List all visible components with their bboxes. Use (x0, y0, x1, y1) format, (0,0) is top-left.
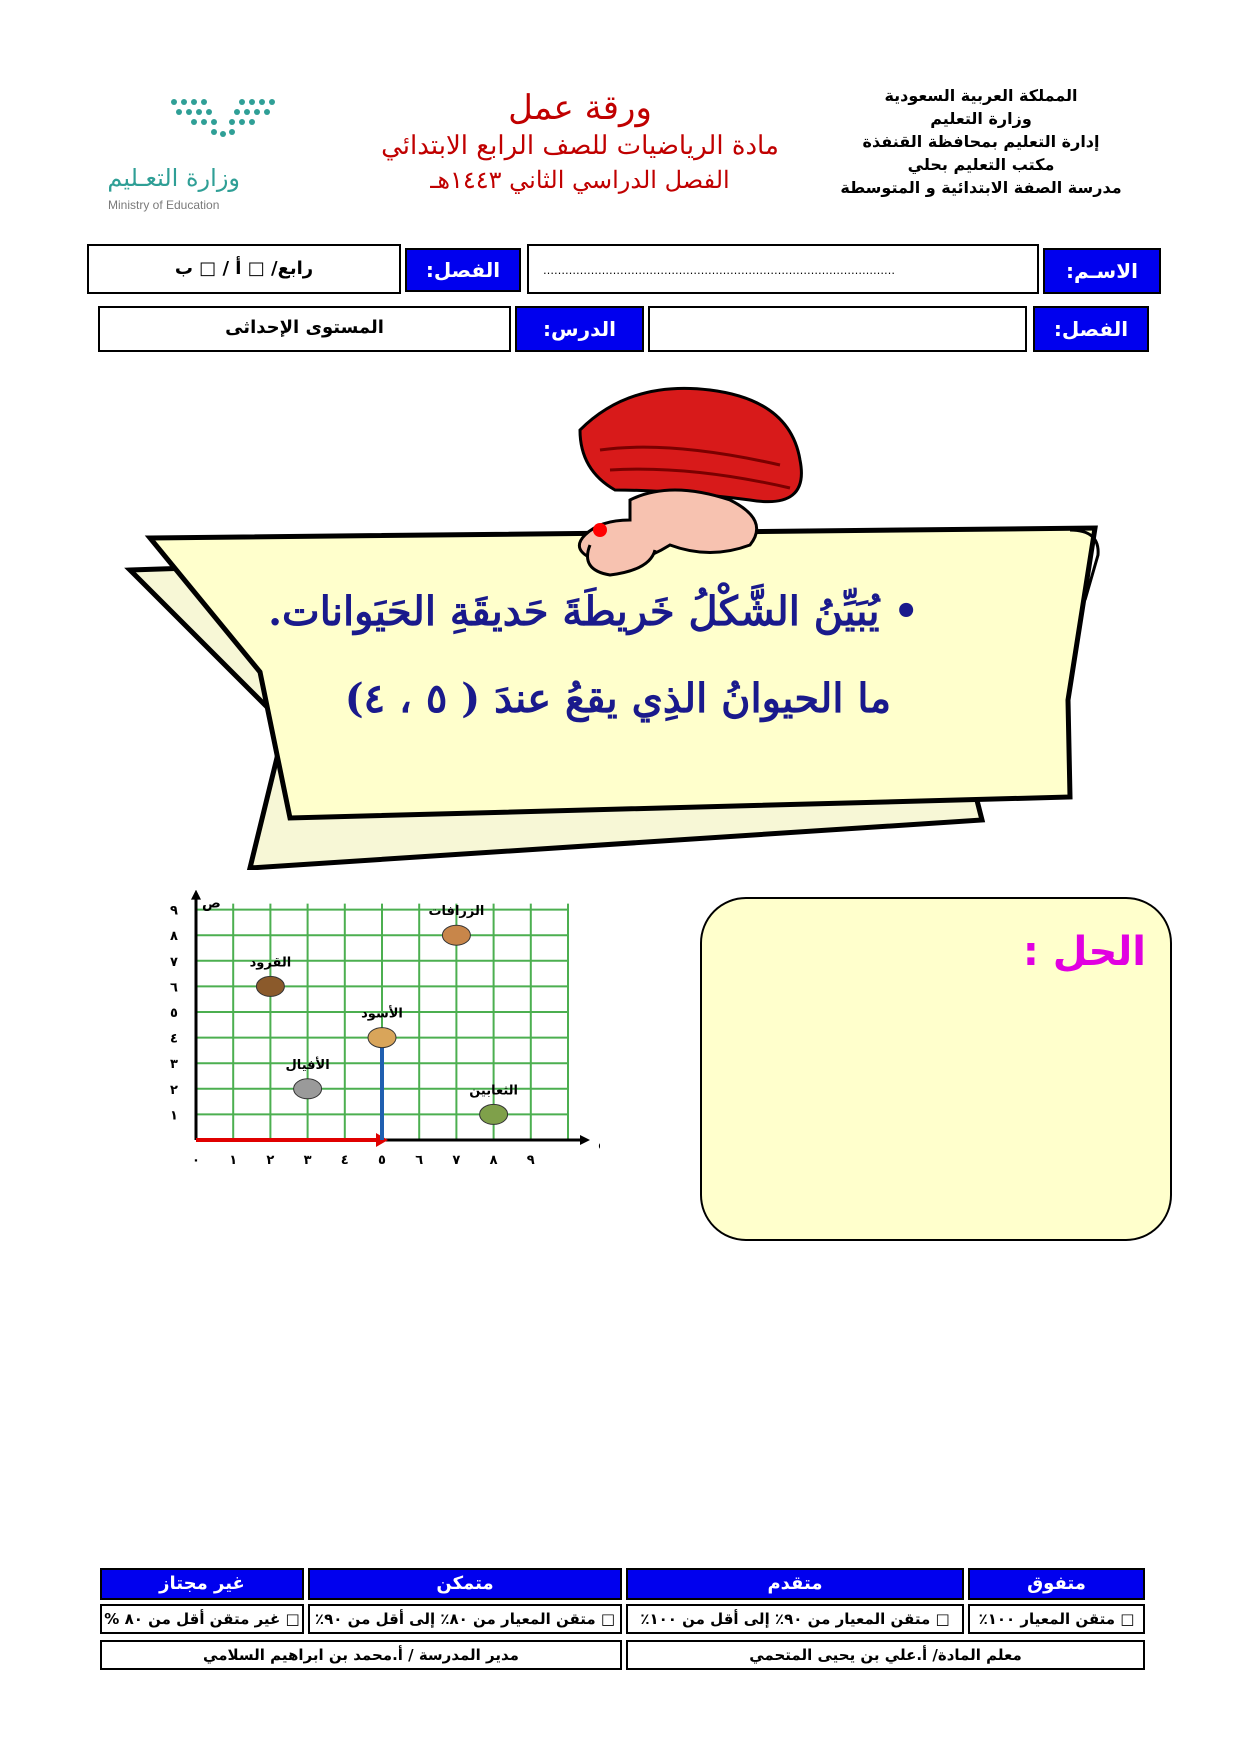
chapter-label: الفصل: (1033, 306, 1149, 352)
worksheet-term: الفصل الدراسي الثاني ١٤٤٣هـ (430, 166, 730, 194)
x-tick-label: ٠ (192, 1153, 200, 1168)
worksheet-title: ورقة عمل (508, 88, 652, 128)
animal-marker (479, 1103, 509, 1125)
solution-box[interactable]: الحل : (700, 897, 1172, 1241)
x-tick-label: ٧ (452, 1153, 460, 1168)
x-axis-label: س (598, 1134, 600, 1150)
header-line: مكتب التعليم بحلي (907, 155, 1055, 174)
school-info: المملكة العربية السعودية وزارة التعليم إ… (821, 84, 1141, 199)
y-tick-label: ٨ (170, 929, 178, 944)
x-tick-label: ٥ (378, 1153, 386, 1168)
chapter-field[interactable] (648, 306, 1027, 352)
principal-signature: مدير المدرسة / أ.محمد بن ابراهيم السلامي (100, 1640, 622, 1670)
x-axis-arrow-icon (580, 1135, 590, 1145)
x-tick-label: ٢ (266, 1153, 274, 1168)
name-label: الاسـم: (1043, 248, 1161, 294)
rubric-criterion-checkbox[interactable]: □ غير متقن أقل من ٨٠ % (100, 1604, 304, 1634)
solution-label: الحل : (1022, 929, 1146, 975)
lesson-name: المستوى الإحداثى (98, 306, 511, 352)
animal-marker (293, 1078, 323, 1100)
y-tick-label: ٥ (170, 1006, 178, 1021)
rubric-level-excellent: متفوق (968, 1568, 1145, 1600)
y-tick-label: ٩ (170, 904, 178, 919)
name-field[interactable]: …………………………………………………………………………………… (527, 244, 1039, 294)
rubric-criterion-checkbox[interactable]: □ متقن المعيار من ٨٠٪ إلى أقل من ٩٠٪ (308, 1604, 622, 1634)
x-tick-label: ٤ (341, 1153, 349, 1168)
y-tick-label: ٣ (170, 1057, 178, 1072)
header-line: إدارة التعليم بمحافظة القنفذة (862, 132, 1100, 151)
question-line-1: • يُبَيِّنُ الشَّكْلُ خَريطَةَ حَديقَةِ … (268, 588, 919, 635)
animal-label: القرود (250, 955, 292, 970)
y-tick-label: ٢ (170, 1083, 178, 1098)
animal-label: الأفيال (286, 1056, 330, 1073)
class-label: الفصل: (405, 248, 521, 292)
rubric-criterion-checkbox[interactable]: □ متقن المعيار ١٠٠٪ (968, 1604, 1145, 1634)
y-tick-label: ٤ (170, 1032, 178, 1047)
header-line: وزارة التعليم (930, 109, 1032, 128)
y-tick-label: ٧ (170, 955, 178, 970)
header-line: مدرسة الصفة الابتدائية و المتوسطة (840, 178, 1122, 197)
y-axis-label: ص (202, 896, 221, 912)
rubric-level-advanced: متقدم (626, 1568, 964, 1600)
rubric-level-fail: غير مجتاز (100, 1568, 304, 1600)
name-dots: …………………………………………………………………………………… (543, 264, 895, 277)
x-tick-label: ٣ (304, 1153, 312, 1168)
ministry-logo: وزارة التعـليم Ministry of Education (100, 96, 280, 216)
worksheet-subtitle: مادة الرياضيات للصف الرابع الابتدائي (381, 131, 779, 161)
logo-dots-icon (171, 99, 275, 137)
question-line-2: ما الحيوانُ الذِي يقعُ عندَ ( ٥ ، ٤) (344, 675, 891, 722)
x-tick-label: ٩ (527, 1153, 535, 1168)
x-tick-label: ١ (229, 1153, 237, 1168)
y-tick-label: ١ (170, 1108, 178, 1123)
coordinate-plane-chart: س ص ٠ ١ ٢ ٣ ٤ ٥ ٦ ٧ ٨ ٩ ١ ٢ ٣ ٤ ٥ ٦ ٧ ٨ ٩ الزرافات القرود الأسو… (170, 890, 600, 1168)
teacher-signature: معلم المادة/ أ.علي بن يحيى المتحمي (626, 1640, 1145, 1670)
animal-marker (255, 975, 285, 997)
animal-marker (367, 1027, 397, 1049)
lesson-label: الدرس: (515, 306, 644, 352)
logo-english-text: Ministry of Education (108, 198, 220, 212)
y-tick-label: ٦ (170, 980, 178, 995)
header-line: المملكة العربية السعودية (884, 86, 1078, 105)
logo-arabic-text: وزارة التعـليم (107, 164, 240, 192)
animal-marker (441, 924, 471, 946)
rubric-level-proficient: متمكن (308, 1568, 622, 1600)
worksheet-title-block: ورقة عمل مادة الرياضيات للصف الرابع الاب… (330, 88, 830, 196)
animal-label: الثعابين (469, 1083, 518, 1098)
animal-label: الزرافات (428, 904, 484, 919)
class-options[interactable]: رابع/ □ أ / □ ب (87, 244, 401, 294)
x-tick-label: ٦ (415, 1153, 423, 1168)
animal-label: الأسود (361, 1005, 403, 1022)
rubric-criterion-checkbox[interactable]: □ متقن المعيار من ٩٠٪ إلى أقل من ١٠٠٪ (626, 1604, 964, 1634)
x-tick-label: ٨ (490, 1153, 498, 1168)
y-axis-arrow-icon (191, 890, 201, 900)
